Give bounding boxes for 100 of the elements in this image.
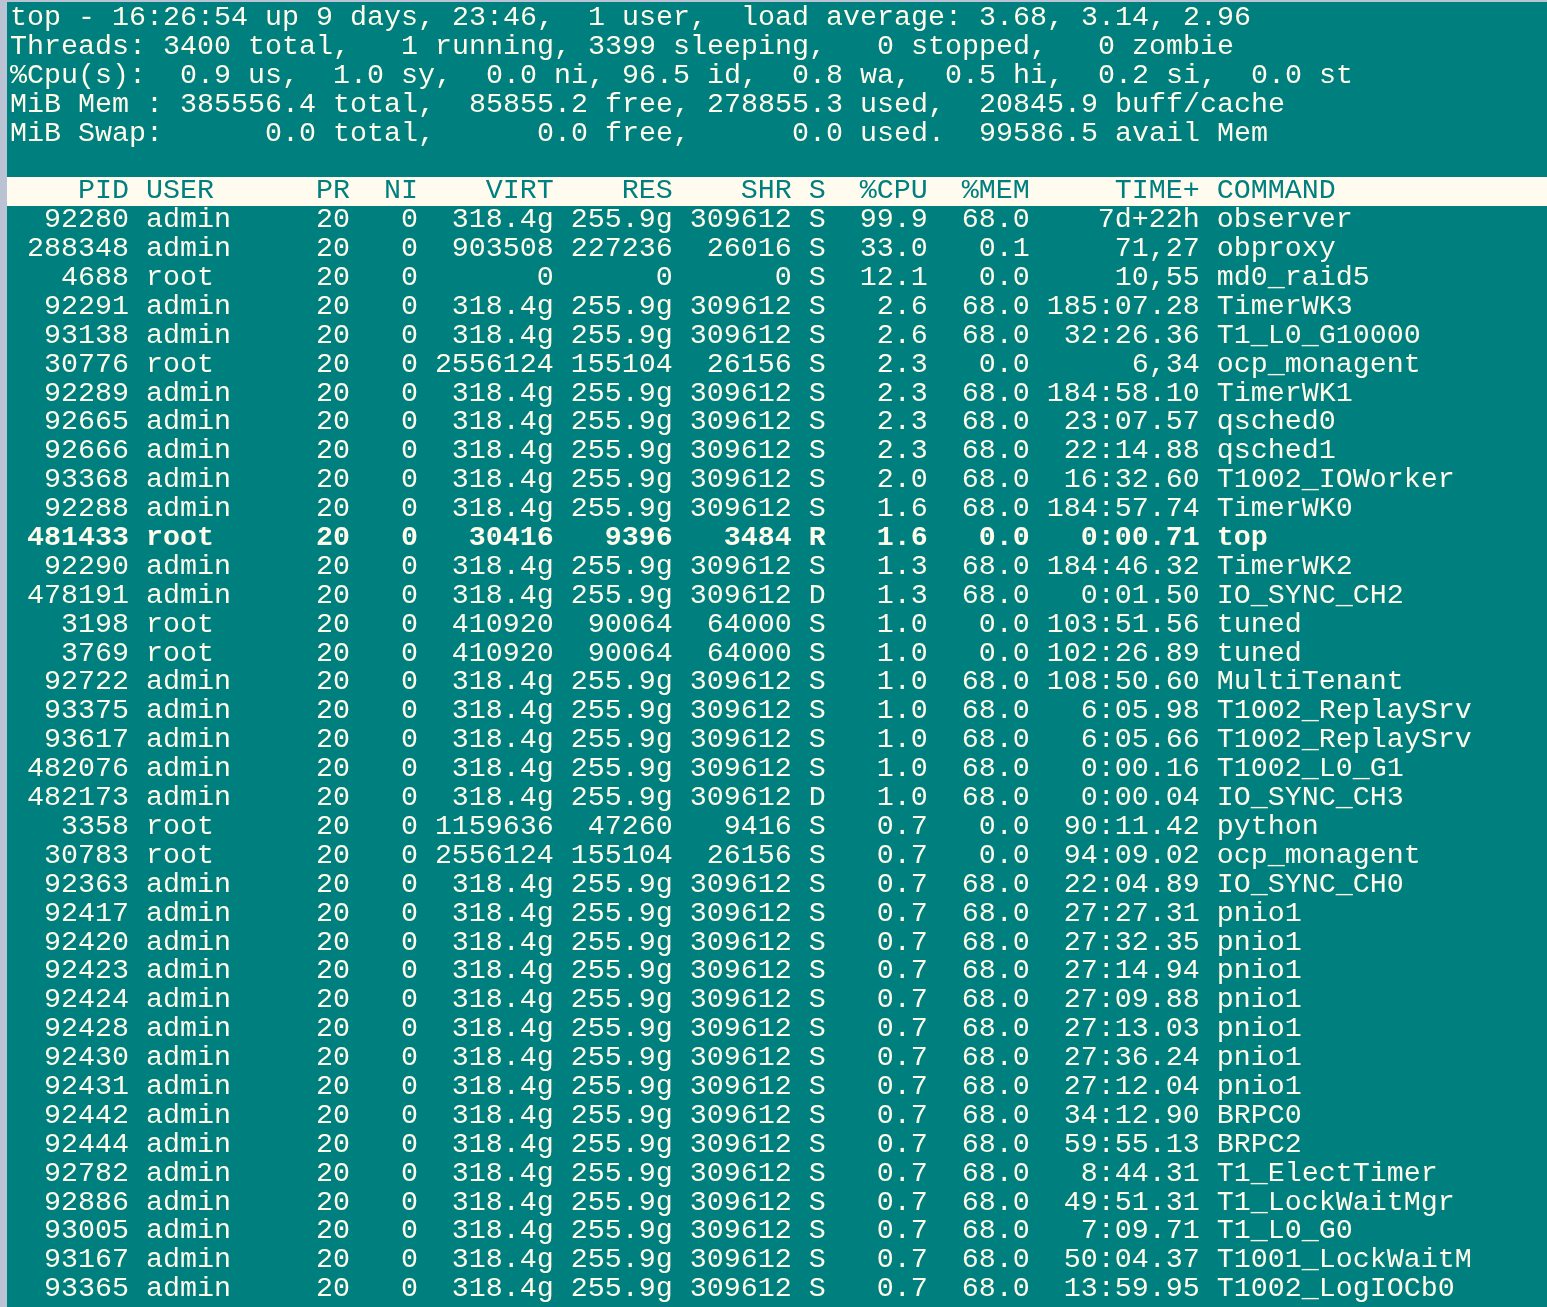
table-cell-text: 318.4g (450, 1217, 554, 1247)
column-header: VIRT (484, 177, 554, 207)
table-cell-text: 68.0 (960, 292, 1030, 322)
table-cell: TimerWK3 (1216, 292, 1353, 322)
table-cell-text: 27:14.94 (1062, 957, 1200, 987)
table-cell-text: 0.0 (977, 812, 1030, 842)
table-cell-text: 26156 (705, 841, 792, 871)
table-cell-text: 318.4g (450, 1101, 554, 1131)
table-cell-text: 27:32.35 (1062, 928, 1200, 958)
table-cell: pnio1 (1216, 957, 1302, 987)
table-cell-text: 68.0 (960, 1246, 1030, 1276)
table-cell-text: admin (145, 581, 232, 611)
table-cell-text: 92665 (43, 408, 129, 438)
table-cell: 309612 (689, 379, 792, 409)
table-cell-text: 20 (314, 235, 350, 265)
table-cell-text: 0 (399, 1159, 418, 1189)
table-cell-text: 92290 (43, 552, 129, 582)
table-cell-text: 0.0 (977, 350, 1030, 380)
table-cell-text: 482076 (26, 755, 129, 785)
table-cell: 255.9g (570, 1072, 673, 1102)
table-cell-text: 0 (399, 1015, 418, 1045)
table-cell-text: 47260 (587, 812, 673, 842)
table-cell: 309612 (689, 755, 792, 785)
table-cell: python (1216, 812, 1319, 842)
table-cell-text: root (145, 639, 214, 669)
table-cell-text: 20 (314, 812, 350, 842)
table-cell-text: 71,27 (1113, 235, 1200, 265)
table-cell-text: 20 (314, 379, 350, 409)
table-cell-text: 318.4g (450, 379, 554, 409)
table-cell-text: 68.0 (960, 408, 1030, 438)
table-cell-text: 2.3 (875, 379, 928, 409)
table-cell-text: 0 (399, 812, 418, 842)
table-cell: tuned (1216, 639, 1302, 669)
table-cell-text: 2.6 (875, 292, 928, 322)
table-cell: T1002_ReplaySrv (1216, 726, 1472, 756)
table-cell-text: 0 (399, 495, 418, 525)
table-cell: S (808, 264, 826, 293)
table-cell-text: root (145, 841, 215, 871)
column-header: PR (314, 177, 350, 207)
table-cell-text: 0 (399, 292, 418, 322)
table-cell-text: 92442 (43, 1101, 129, 1131)
table-cell-text: 1.0 (875, 668, 928, 698)
table-cell: 255.9g (570, 1101, 673, 1131)
table-cell-text: 20 (314, 870, 350, 900)
table-cell: tuned (1216, 610, 1302, 640)
table-cell-text: 0.7 (875, 1159, 928, 1189)
table-cell-text: 318.4g (450, 408, 554, 438)
table-cell-text: 92363 (43, 870, 129, 900)
summary-line: top - 16:26:54 up 9 days, 23:46, 1 user, load average: 3.68, 3.14, 2.96 (10, 1, 1251, 34)
table-cell-text: 0 (399, 870, 418, 900)
table-cell: D (808, 784, 826, 813)
table-cell: IO_SYNC_CH2 (1216, 581, 1404, 611)
table-cell-text: 481433 (26, 524, 129, 553)
table-cell-text: 318.4g (450, 957, 554, 987)
table-cell-text: 68.0 (960, 1015, 1030, 1045)
table-cell: IO_SYNC_CH3 (1216, 784, 1404, 813)
table-cell-text: 68.0 (960, 697, 1030, 727)
table-cell: 309612 (689, 726, 792, 756)
table-cell-text: 92280 (43, 206, 129, 236)
table-cell-text: 1.0 (875, 697, 928, 727)
table-cell-text: 0:01.50 (1079, 581, 1200, 611)
table-cell: S (808, 1188, 826, 1218)
column-header: NI (382, 177, 418, 207)
table-cell: S (808, 639, 826, 669)
table-cell: S (808, 726, 826, 756)
table-cell: 309612 (689, 321, 792, 351)
table-cell: 255.9g (570, 495, 673, 525)
table-cell-text: 0.0 (977, 524, 1030, 553)
table-cell-text: root (145, 610, 215, 640)
table-cell-text: 3484 (722, 524, 792, 553)
table-cell-text: admin (145, 1072, 232, 1102)
table-cell-text: 22:04.89 (1062, 870, 1200, 900)
table-cell-text: 20 (314, 639, 350, 669)
table-cell-text: 0.7 (875, 1044, 928, 1073)
table-cell-text: 0 (399, 321, 418, 351)
table-cell-text: 92417 (43, 899, 129, 929)
table-cell-text: 0.1 (977, 235, 1030, 265)
table-cell-text: 20 (314, 755, 350, 785)
table-cell-text: 0 (399, 235, 418, 265)
table-cell-text: 7:09.71 (1079, 1217, 1200, 1247)
table-cell-text: 0.7 (875, 1188, 928, 1218)
table-cell: obproxy (1216, 235, 1336, 265)
table-cell-text: 0.7 (875, 1246, 928, 1276)
table-cell-text: 0 (399, 408, 418, 438)
table-cell-text: 92782 (43, 1159, 129, 1189)
table-cell-text: 92428 (43, 1015, 129, 1045)
table-cell: R (808, 524, 826, 553)
table-cell-text: 0 (399, 986, 418, 1016)
table-cell: 255.9g (570, 697, 673, 727)
table-cell: IO_SYNC_CH0 (1216, 870, 1404, 900)
table-cell-text: admin (145, 957, 232, 987)
table-cell-text: 2.3 (875, 437, 928, 467)
table-cell-text: 6:05.98 (1079, 697, 1200, 727)
table-cell-text: 0 (399, 1275, 418, 1305)
table-cell-text: 68.0 (960, 1217, 1030, 1247)
table-cell-text: 1.3 (875, 581, 928, 611)
table-cell-text: 0.7 (875, 1130, 928, 1160)
table-cell: S (808, 552, 826, 582)
table-cell: TimerWK0 (1216, 495, 1353, 525)
table-cell-text: admin (145, 1130, 232, 1160)
